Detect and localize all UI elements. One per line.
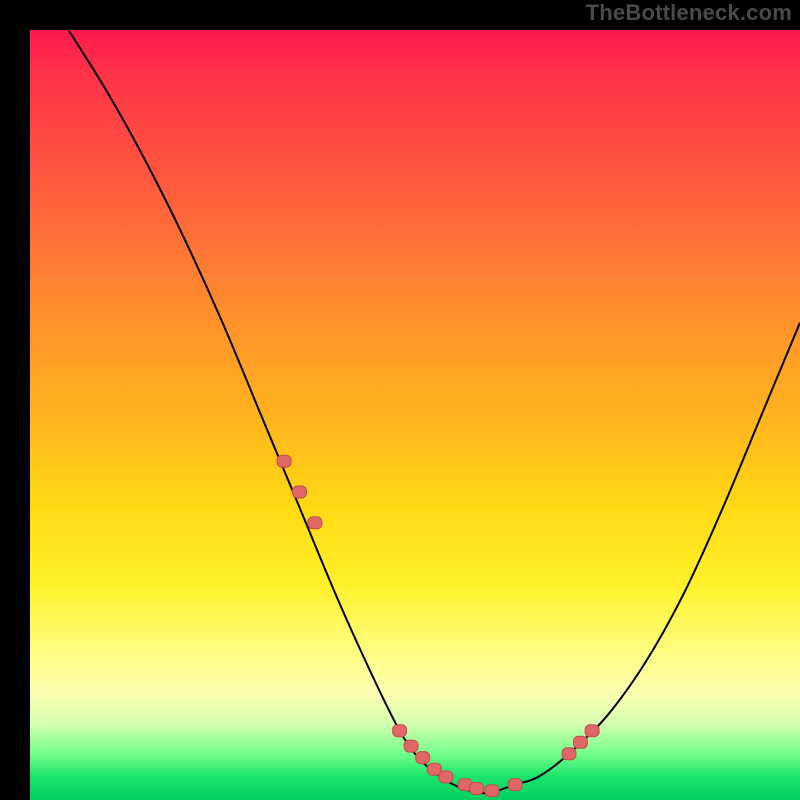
chart-frame xyxy=(15,15,785,785)
plot-area xyxy=(30,30,800,800)
heat-gradient-background xyxy=(30,30,800,800)
